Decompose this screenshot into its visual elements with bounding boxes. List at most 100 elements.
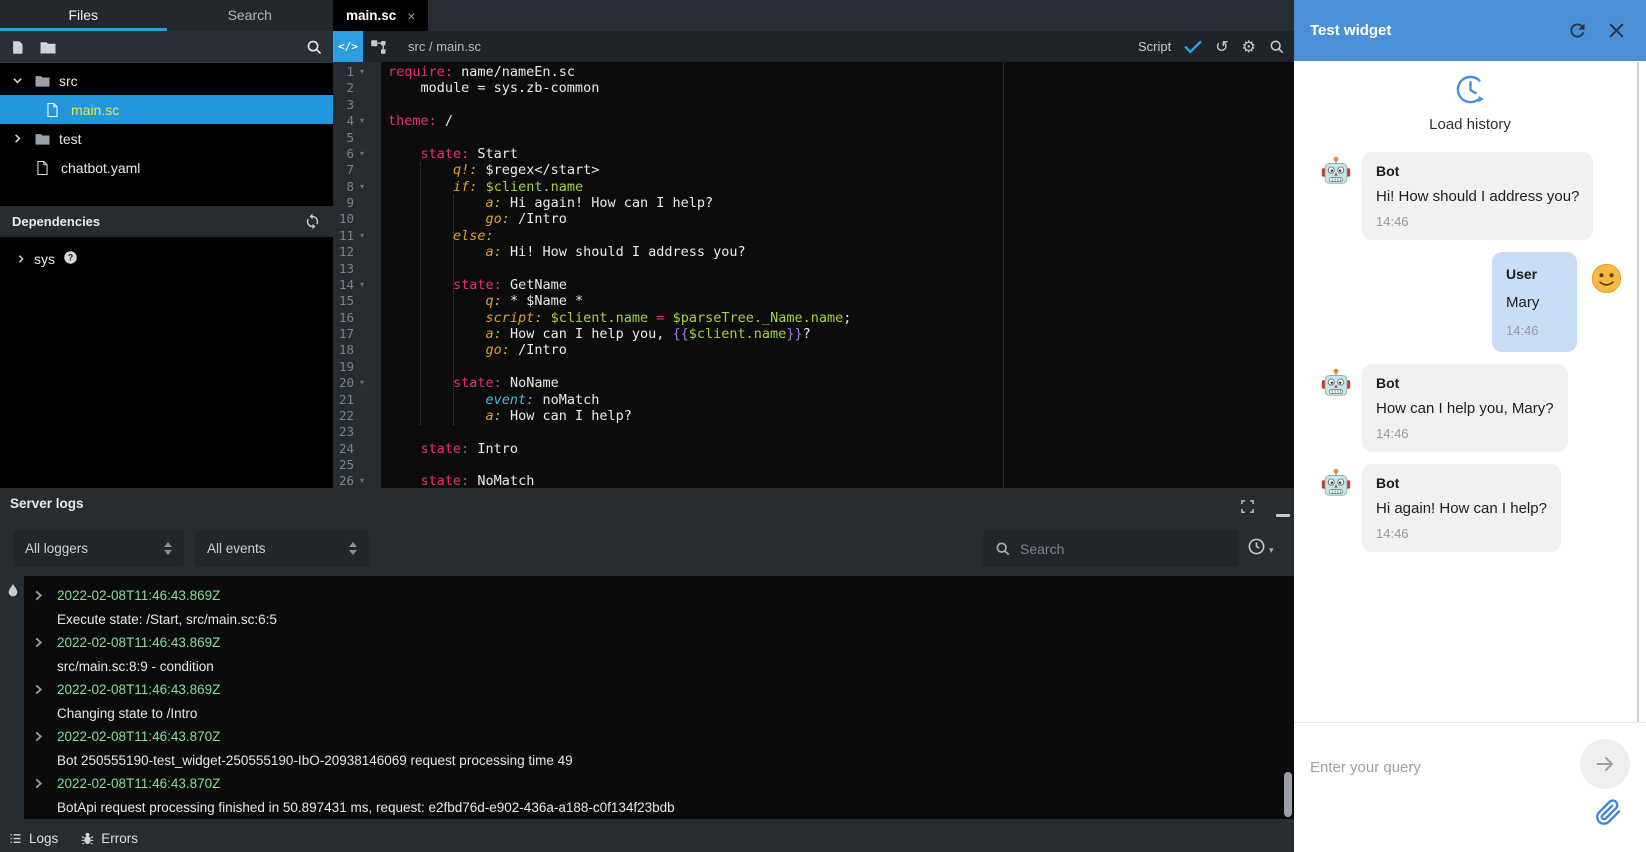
clock-icon xyxy=(1247,537,1266,556)
minimize-icon[interactable] xyxy=(1276,505,1290,523)
paperclip-icon[interactable] xyxy=(1595,799,1622,831)
load-history-button[interactable]: Load history xyxy=(1294,72,1646,133)
code-line-16[interactable]: 16 script: $client.name = $parseTree._Na… xyxy=(333,310,1294,326)
help-icon[interactable]: ? xyxy=(63,250,78,268)
log-timestamp: 2022-02-08T11:46:43.870Z xyxy=(57,776,220,791)
tab-files[interactable]: Files xyxy=(0,0,167,31)
code-text xyxy=(370,261,388,277)
chevron-down-icon: ▾ xyxy=(1269,545,1274,556)
code-line-9[interactable]: 9 a: Hi again! How can I help? xyxy=(333,195,1294,211)
code-area[interactable]: 1▾require: name/nameEn.sc2 module = sys.… xyxy=(333,62,1294,488)
code-text: require: name/nameEn.sc xyxy=(370,64,575,80)
new-file-icon[interactable] xyxy=(10,40,25,55)
fold-arrow-icon[interactable]: ▾ xyxy=(354,473,370,488)
fold-arrow-icon[interactable]: ▾ xyxy=(354,179,370,195)
dependency-item-sys[interactable]: sys ? xyxy=(0,244,333,273)
chevron-right-icon[interactable] xyxy=(12,133,34,144)
code-line-26[interactable]: 26▾ state: NoMatch xyxy=(333,473,1294,488)
tab-search[interactable]: Search xyxy=(167,0,334,31)
logs-search-input[interactable] xyxy=(1020,541,1227,557)
code-line-25[interactable]: 25 xyxy=(333,457,1294,473)
editor-tabbar: main.sc × xyxy=(333,0,1294,31)
load-history-label: Load history xyxy=(1294,116,1646,133)
fold-gutter xyxy=(354,195,370,211)
fold-gutter xyxy=(354,211,370,227)
code-line-3[interactable]: 3 xyxy=(333,97,1294,113)
statusbar: Logs Errors xyxy=(0,824,1294,852)
close-icon[interactable] xyxy=(1607,21,1626,40)
code-line-10[interactable]: 10 go: /Intro xyxy=(333,211,1294,227)
new-folder-icon[interactable] xyxy=(39,40,57,55)
message-time: 14:46 xyxy=(1376,526,1547,541)
code-line-5[interactable]: 5 xyxy=(333,130,1294,146)
code-line-14[interactable]: 14▾ state: GetName xyxy=(333,277,1294,293)
code-line-23[interactable]: 23 xyxy=(333,424,1294,440)
code-line-8[interactable]: 8▾ if: $client.name xyxy=(333,179,1294,195)
gear-icon[interactable]: ⚙ xyxy=(1242,37,1256,57)
code-line-6[interactable]: 6▾ state: Start xyxy=(333,146,1294,162)
graph-view-button[interactable] xyxy=(363,31,393,62)
dependencies-body: sys ? xyxy=(0,237,333,488)
code-text xyxy=(370,424,388,440)
code-line-18[interactable]: 18 go: /Intro xyxy=(333,342,1294,358)
fold-arrow-icon[interactable]: ▾ xyxy=(354,277,370,293)
events-filter-dropdown[interactable]: All events xyxy=(195,530,369,567)
code-line-17[interactable]: 17 a: How can I help you, {{$client.name… xyxy=(333,326,1294,342)
droplet-icon[interactable] xyxy=(6,583,20,604)
code-line-7[interactable]: 7 q!: $regex</start> xyxy=(333,162,1294,178)
send-button[interactable] xyxy=(1580,739,1630,789)
close-tab-icon[interactable]: × xyxy=(407,8,415,24)
query-input[interactable] xyxy=(1310,759,1560,776)
fold-arrow-icon[interactable]: ▾ xyxy=(354,146,370,162)
expand-log-icon[interactable] xyxy=(34,684,48,695)
refresh-dependencies-icon[interactable] xyxy=(304,213,321,230)
log-output[interactable]: 2022-02-08T11:46:43.869ZExecute state: /… xyxy=(24,576,1294,819)
tree-item-src[interactable]: src xyxy=(0,66,333,95)
logs-scrollbar-thumb[interactable] xyxy=(1284,772,1292,817)
code-text: q!: $regex</start> xyxy=(370,162,599,178)
tree-item-chatbot.yaml[interactable]: chatbot.yaml xyxy=(0,153,333,182)
fold-arrow-icon[interactable]: ▾ xyxy=(354,375,370,391)
expand-log-icon[interactable] xyxy=(34,590,48,601)
undo-icon[interactable]: ↺ xyxy=(1215,37,1228,57)
code-line-20[interactable]: 20▾ state: NoName xyxy=(333,375,1294,391)
robot-avatar xyxy=(1319,367,1353,401)
code-line-2[interactable]: 2 module = sys.zb-common xyxy=(333,80,1294,96)
editor-tab-main-sc[interactable]: main.sc × xyxy=(333,0,428,31)
search-icon[interactable] xyxy=(306,39,323,56)
time-filter-button[interactable]: ▾ xyxy=(1247,537,1274,556)
statusbar-logs[interactable]: Logs xyxy=(8,831,58,846)
refresh-icon[interactable] xyxy=(1567,20,1588,41)
fullscreen-icon[interactable] xyxy=(1240,499,1255,519)
code-line-21[interactable]: 21 event: noMatch xyxy=(333,392,1294,408)
dependencies-title: Dependencies xyxy=(12,214,100,229)
code-line-13[interactable]: 13 xyxy=(333,261,1294,277)
expand-log-icon[interactable] xyxy=(34,637,48,648)
tree-item-test[interactable]: test xyxy=(0,124,333,153)
chevron-right-icon[interactable] xyxy=(16,251,26,267)
chat-message-bot: Bot Hi again! How can I help? 14:46 xyxy=(1294,464,1646,552)
loggers-filter-dropdown[interactable]: All loggers xyxy=(13,530,184,567)
code-text: if: $client.name xyxy=(370,179,583,195)
fold-arrow-icon[interactable]: ▾ xyxy=(354,228,370,244)
code-view-button[interactable]: </> xyxy=(333,31,363,62)
tree-item-main.sc[interactable]: main.sc xyxy=(0,95,333,124)
search-code-icon[interactable] xyxy=(1269,39,1285,55)
log-timestamp: 2022-02-08T11:46:43.870Z xyxy=(57,729,220,744)
code-line-15[interactable]: 15 q: * $Name * xyxy=(333,293,1294,309)
expand-log-icon[interactable] xyxy=(34,731,48,742)
statusbar-errors[interactable]: Errors xyxy=(80,831,138,846)
code-line-1[interactable]: 1▾require: name/nameEn.sc xyxy=(333,64,1294,80)
code-line-22[interactable]: 22 a: How can I help? xyxy=(333,408,1294,424)
fold-arrow-icon[interactable]: ▾ xyxy=(354,64,370,80)
code-line-19[interactable]: 19 xyxy=(333,359,1294,375)
code-line-11[interactable]: 11▾ else: xyxy=(333,228,1294,244)
code-line-4[interactable]: 4▾theme: / xyxy=(333,113,1294,129)
chevron-down-icon[interactable] xyxy=(12,75,34,86)
check-icon[interactable] xyxy=(1184,40,1202,54)
expand-log-icon[interactable] xyxy=(34,778,48,789)
code-line-24[interactable]: 24 state: Intro xyxy=(333,441,1294,457)
editor-toolbar: </> src / main.sc Script ↺ ⚙ xyxy=(333,31,1294,62)
fold-arrow-icon[interactable]: ▾ xyxy=(354,113,370,129)
code-line-12[interactable]: 12 a: Hi! How should I address you? xyxy=(333,244,1294,260)
